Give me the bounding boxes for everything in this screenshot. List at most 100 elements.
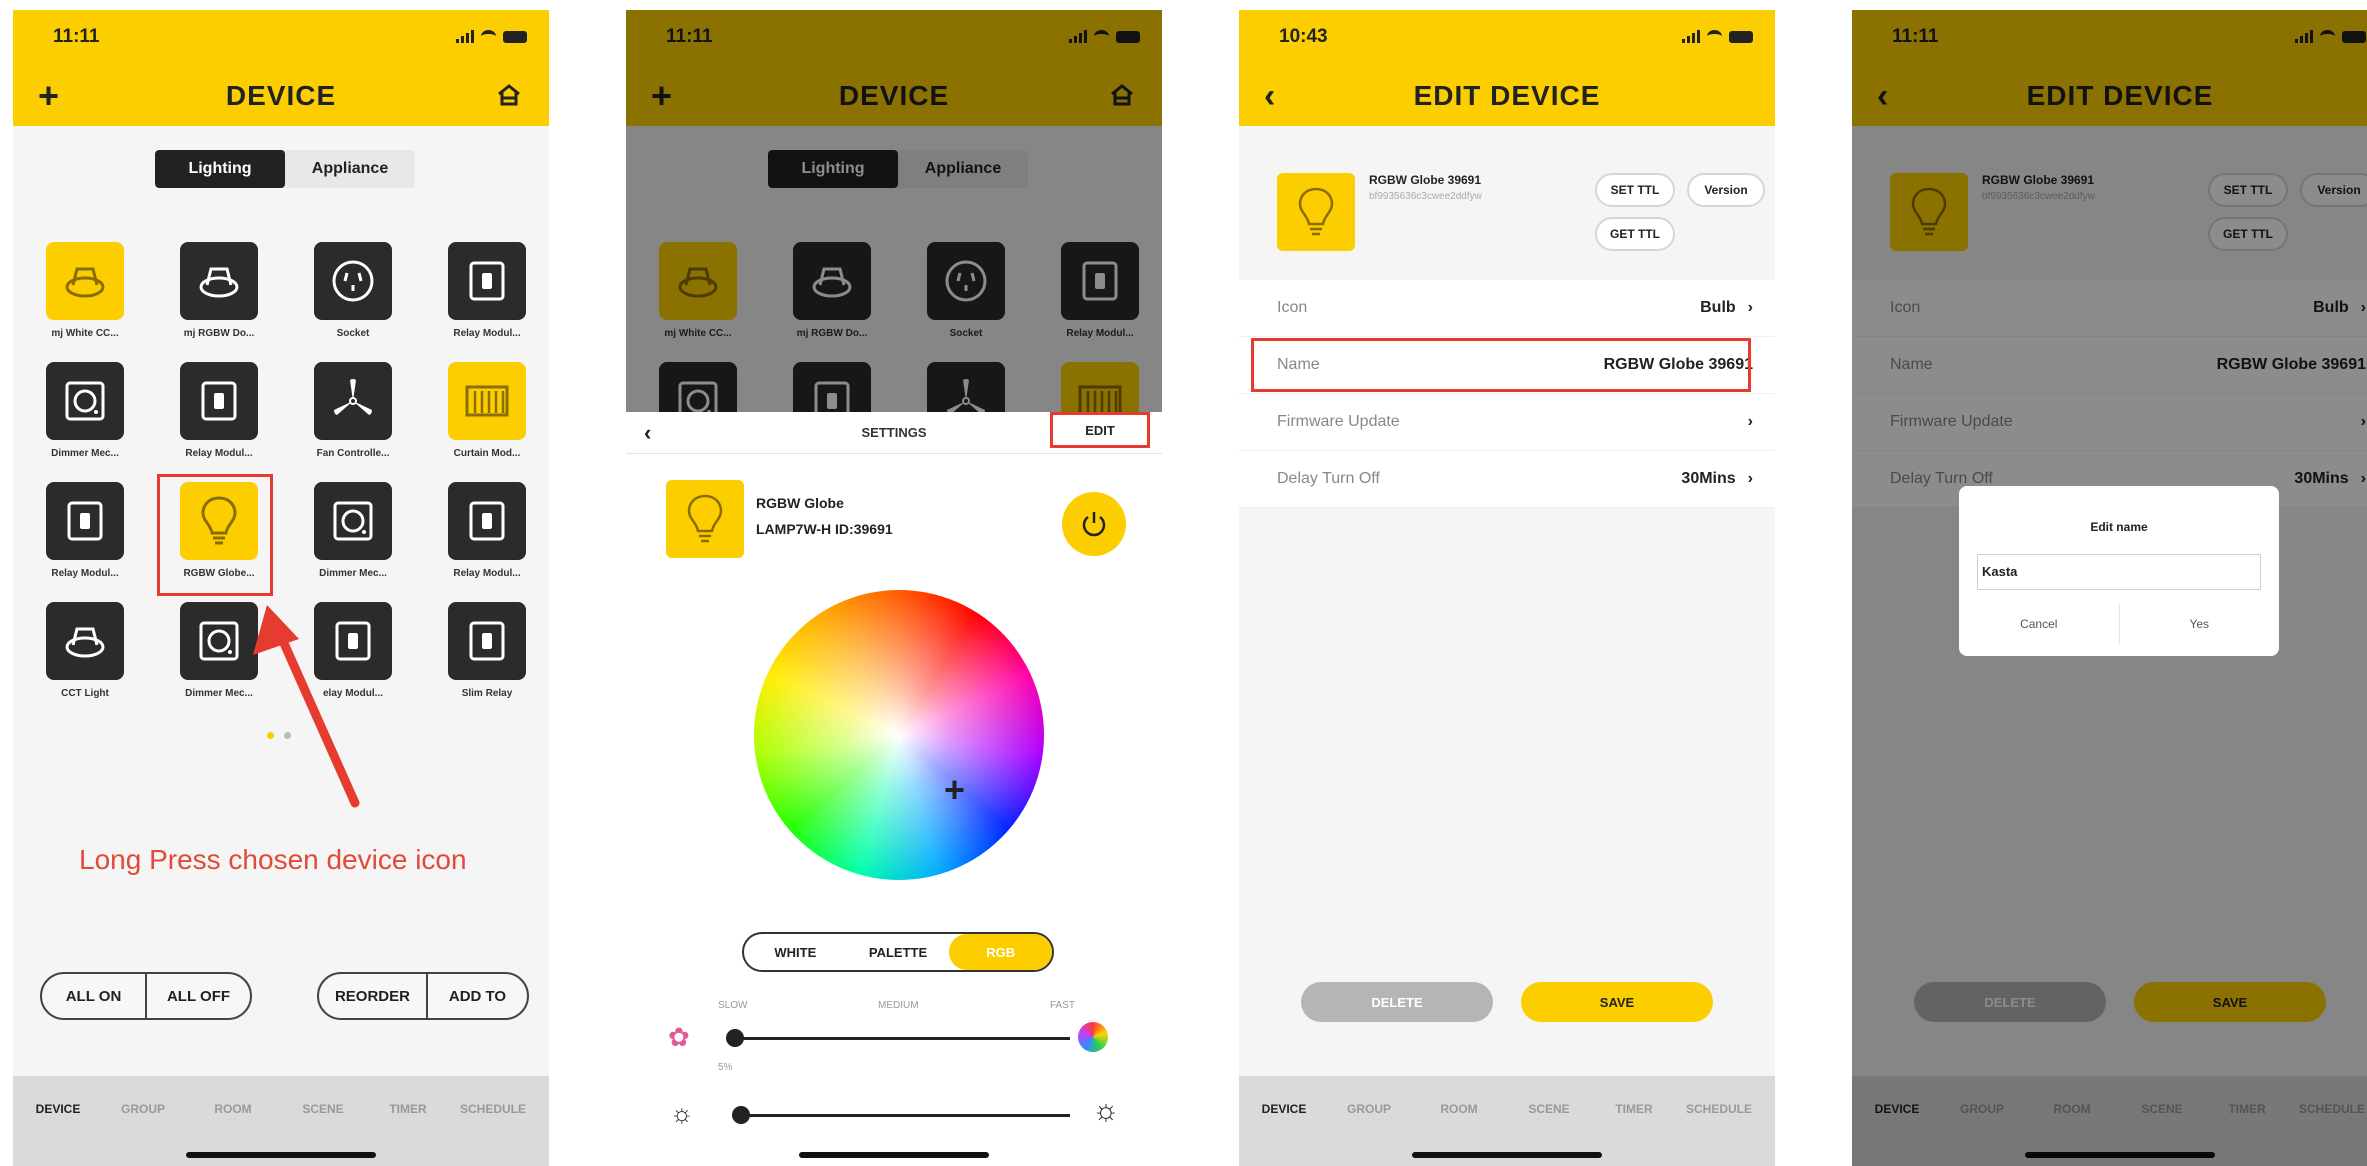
tab-room[interactable]: ROOM [193,1102,273,1116]
brightness-slider-knob[interactable] [732,1106,750,1124]
power-icon[interactable] [1062,492,1126,556]
version-button[interactable]: Version [1687,173,1765,207]
tab-timer[interactable]: TIMER [1599,1102,1669,1116]
status-icons [1682,30,1753,43]
all-on-button[interactable]: ALL ON [42,974,145,1018]
tab-schedule[interactable]: SCHEDULE [1669,1102,1769,1116]
bottom-tab-bar: DEVICE GROUP ROOM SCENE TIMER SCHEDULE [1239,1076,1775,1166]
tab-room[interactable]: ROOM [1419,1102,1499,1116]
curtain-icon [448,362,526,440]
battery-icon [1729,31,1753,43]
set-ttl-button[interactable]: SET TTL [1595,173,1675,207]
speed-slider-knob[interactable] [726,1029,744,1047]
device-model: LAMP7W-H ID:39691 [756,521,893,537]
device-label: Relay Modul... [51,568,119,579]
mode-white[interactable]: WHITE [744,934,847,970]
mode-palette[interactable]: PALETTE [847,934,950,970]
device-label: mj White CC... [51,328,119,339]
home-icon[interactable] [497,84,521,111]
device-tile[interactable]: Relay Modul... [433,242,541,339]
brightness-slider-track[interactable] [732,1114,1070,1117]
tab-timer[interactable]: TIMER [373,1102,443,1116]
wifi-icon [1707,30,1722,43]
reorder-button[interactable]: REORDER [319,974,426,1018]
device-tile[interactable]: mj RGBW Do... [165,242,273,339]
status-icons [456,30,527,43]
device-label: Relay Modul... [453,328,521,339]
save-button[interactable]: SAVE [1521,982,1713,1022]
back-icon[interactable]: ‹ [644,420,651,446]
delay-turn-off-row[interactable]: Delay Turn Off 30Mins › [1239,451,1775,508]
device-tile[interactable]: Slim Relay [433,602,541,699]
switch-icon [46,482,124,560]
device-label: Dimmer Mec... [319,568,387,579]
socket-icon [314,242,392,320]
device-tile[interactable]: mj White CC... [31,242,139,339]
get-ttl-button[interactable]: GET TTL [1595,217,1675,251]
device-tile[interactable]: Socket [299,242,407,339]
tab-list: DEVICE GROUP ROOM SCENE TIMER SCHEDULE [23,1102,549,1116]
tab-scene[interactable]: SCENE [1499,1102,1599,1116]
dialog-buttons: Cancel Yes [1959,604,2279,644]
color-wheel[interactable] [754,590,1044,880]
icon-row[interactable]: Icon Bulb › [1239,280,1775,337]
wifi-icon [481,30,496,43]
speed-fast-label: FAST [1050,1000,1076,1011]
add-to-button[interactable]: ADD TO [425,974,527,1018]
phone-screen-device-list: 11:11 + DEVICE Lighting Appliance mj Whi… [13,10,549,1166]
device-card: RGBW Globe 39691 bf9935636c3cwee2ddfyw S… [1239,145,1775,275]
dimmer-icon [314,482,392,560]
home-indicator [186,1152,376,1158]
yes-button[interactable]: Yes [2118,604,2280,644]
signal-icon [1682,30,1700,43]
edit-button[interactable]: EDIT [1050,412,1150,448]
reorder-add-group: REORDER ADD TO [317,972,529,1020]
row-value: 30Mins [1681,470,1736,487]
tab-device[interactable]: DEVICE [1249,1102,1319,1116]
dimmer-icon [180,602,258,680]
fan-icon [314,362,392,440]
device-tile[interactable]: Dimmer Mec... [31,362,139,459]
device-label: Curtain Mod... [453,448,521,459]
tab-group[interactable]: GROUP [1319,1102,1419,1116]
device-tile[interactable]: Relay Modul... [433,482,541,579]
row-label: Firmware Update [1277,413,1400,430]
device-tile[interactable]: Relay Modul... [31,482,139,579]
tab-scene[interactable]: SCENE [273,1102,373,1116]
mode-rgb[interactable]: RGB [949,934,1052,970]
tab-schedule[interactable]: SCHEDULE [443,1102,543,1116]
device-name: RGBW Globe 39691 [1369,173,1482,187]
tab-lighting[interactable]: Lighting [155,150,285,188]
brightness-high-icon: ☼ [1092,1094,1120,1127]
device-tile[interactable]: Dimmer Mec... [299,482,407,579]
speed-medium-label: MEDIUM [878,1000,919,1011]
name-input[interactable]: Kasta [1977,554,2261,590]
add-icon[interactable]: + [38,76,59,116]
downlight-icon [46,602,124,680]
device-tile[interactable]: CCT Light [31,602,139,699]
status-time: 10:43 [1279,26,1328,47]
device-label: Slim Relay [461,688,513,699]
downlight-icon [180,242,258,320]
tab-group[interactable]: GROUP [93,1102,193,1116]
color-picker-cursor[interactable]: + [944,772,965,808]
phone-screen-settings: 11:11 + DEVICE Lighting Appliance mj Whi… [626,10,1162,1166]
device-tile[interactable]: Fan Controlle... [299,362,407,459]
instruction-text: Long Press chosen device icon [79,844,467,875]
tab-device[interactable]: DEVICE [23,1102,93,1116]
delete-button[interactable]: DELETE [1301,982,1493,1022]
back-icon[interactable]: ‹ [1264,76,1275,116]
tab-appliance[interactable]: Appliance [285,150,415,188]
chevron-right-icon: › [1747,470,1753,487]
device-tile[interactable]: Relay Modul... [165,362,273,459]
home-indicator [1412,1152,1602,1158]
all-off-button[interactable]: ALL OFF [145,974,250,1018]
cancel-button[interactable]: Cancel [1959,604,2119,644]
all-on-off-group: ALL ON ALL OFF [40,972,252,1020]
firmware-update-row[interactable]: Firmware Update › [1239,394,1775,451]
speed-slider-track[interactable] [732,1037,1070,1040]
category-segment: Lighting Appliance [155,150,415,188]
edit-name-dialog: Edit name Kasta Cancel Yes [1959,486,2279,656]
bulb-icon [1277,173,1355,251]
device-tile[interactable]: Curtain Mod... [433,362,541,459]
